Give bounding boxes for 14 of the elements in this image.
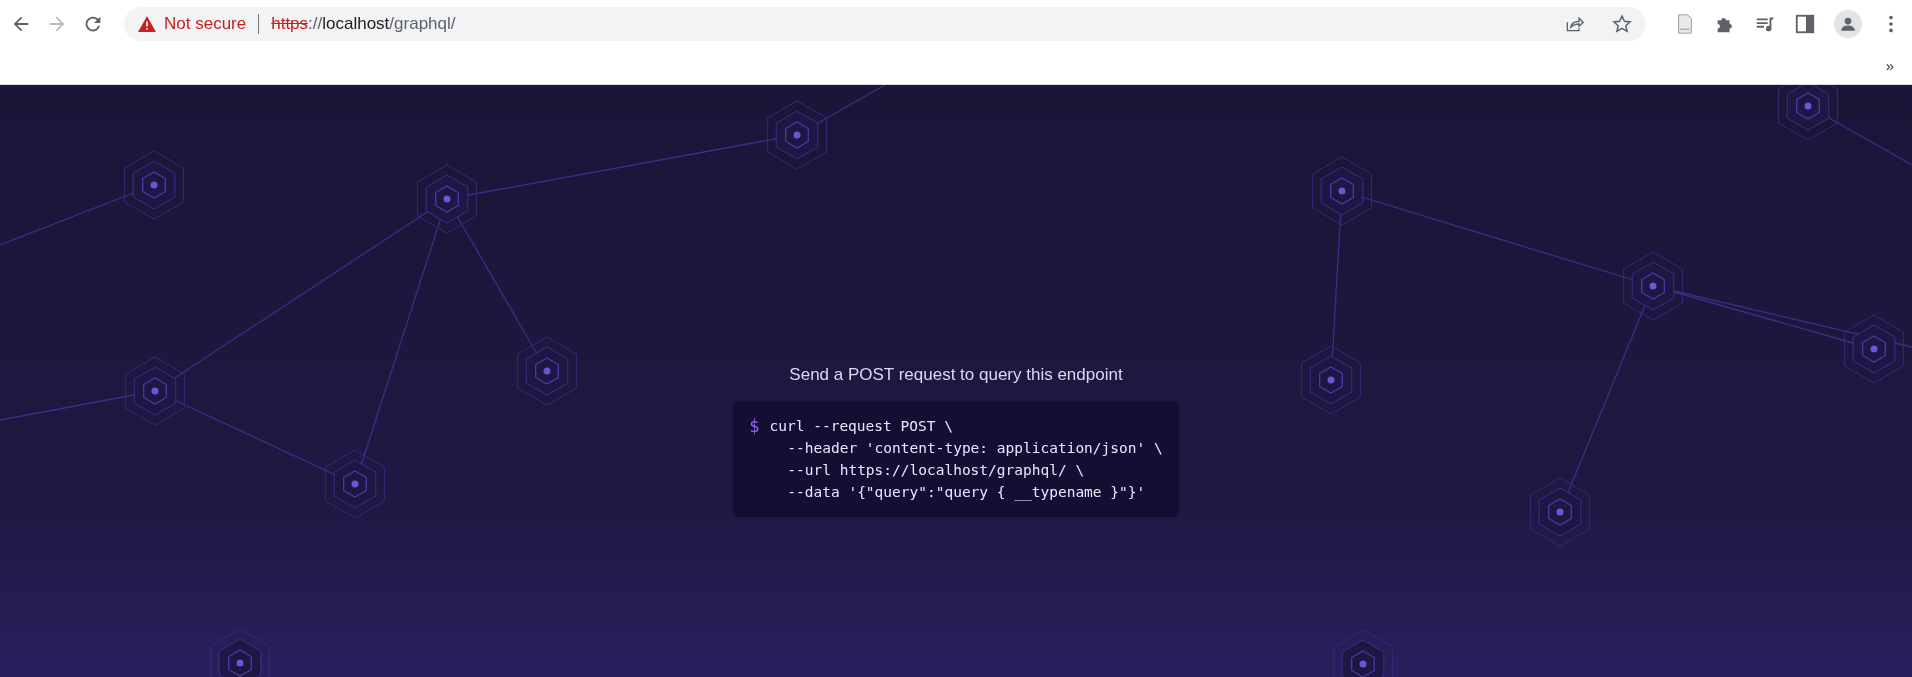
endpoint-heading: Send a POST request to query this endpoint (789, 365, 1123, 385)
code-line: --url https://localhost/graphql/ \ (787, 461, 1085, 480)
prompt-symbol: $ (749, 415, 760, 437)
profile-avatar[interactable] (1834, 9, 1862, 38)
code-line: --data '{"query":"query { __typename }"}' (787, 483, 1146, 503)
bookmarks-overflow-button[interactable]: » (1885, 57, 1894, 74)
security-label: Not secure (164, 13, 247, 34)
address-bar[interactable]: Not secure https://localhost/graphql/ (124, 6, 1646, 41)
sidebar-icon[interactable] (1794, 12, 1816, 35)
star-icon[interactable] (1612, 13, 1632, 34)
url-text: https://localhost/graphql/ (271, 13, 456, 34)
code-line: curl --request POST \ (769, 417, 953, 436)
warning-icon (138, 15, 156, 32)
code-line: --header 'content-type: application/json' \ (787, 439, 1163, 458)
